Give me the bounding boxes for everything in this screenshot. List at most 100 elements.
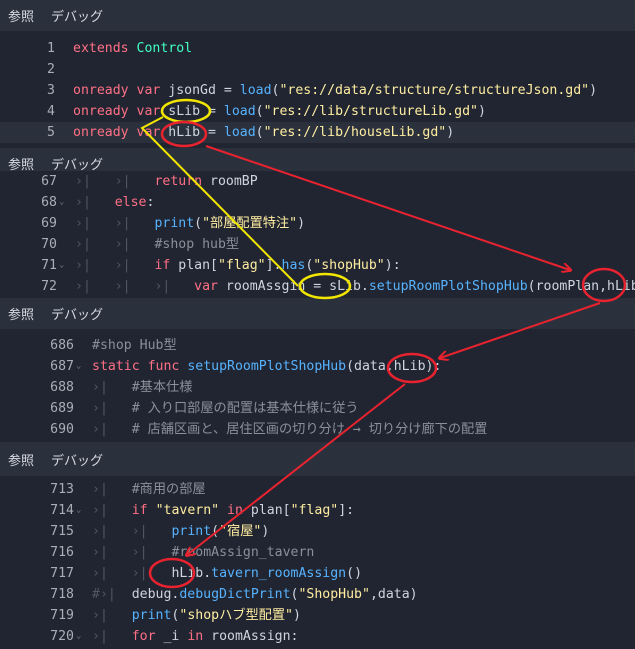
code-line[interactable]: 68 ⌄ ›| else:: [0, 192, 635, 213]
indent-guide-icon: ›|: [92, 503, 108, 518]
indent-guide-icon: ›|: [114, 174, 131, 189]
code-line[interactable]: 688 ›| #基本仕様: [0, 377, 635, 398]
debug-menu[interactable]: デバッグ: [51, 450, 103, 469]
code-text: ›| else:: [75, 192, 154, 213]
code-line[interactable]: 689 ›| # 入り口部屋の配置は基本仕様に従う: [0, 398, 635, 419]
indent-guide-icon: ›|: [92, 401, 108, 416]
line-number: 717: [50, 566, 74, 581]
code-token: "ShopHub": [298, 587, 370, 602]
code-token: onready: [73, 83, 129, 98]
code-line[interactable]: 5 onready var hLib = load("res://lib/hous…: [0, 122, 635, 143]
code-token: load: [223, 104, 256, 119]
reference-menu[interactable]: 参照: [8, 304, 34, 323]
line-number: 713: [50, 482, 74, 497]
code-token: "flag": [217, 258, 266, 273]
code-line[interactable]: 3 onready var jsonGd = load("res://data/s…: [0, 80, 635, 101]
code-token: "shopハブ型配置": [179, 608, 293, 623]
fold-arrow-icon[interactable]: ⌄: [76, 356, 81, 377]
script-toolbar: 参照 デバッグ: [0, 298, 635, 329]
code-editor[interactable]: 67 ›| ›| return roomBP 68 ⌄ ›| else: 69 ›| ›| …: [0, 171, 635, 297]
code-line[interactable]: 69 ›| ›| print("部屋配置特注"): [0, 213, 635, 234]
code-token: (: [194, 216, 203, 231]
reference-menu[interactable]: 参照: [8, 450, 34, 469]
code-line[interactable]: 4 onready var sLib = load("res://lib/stru…: [0, 101, 635, 122]
code-line[interactable]: 716 ›| ›| #roomAssign_tavern: [0, 542, 635, 563]
code-line[interactable]: 67 ›| ›| return roomBP: [0, 171, 635, 192]
code-token: var: [136, 83, 161, 98]
code-text: static func setupRoomPlotShopHub(data,hL…: [92, 356, 441, 377]
code-line[interactable]: 720 ⌄ ›| for _i in roomAssign:: [0, 626, 635, 647]
script-toolbar: 参照 デバッグ: [0, 442, 635, 476]
code-token: plan[: [242, 503, 291, 518]
code-line[interactable]: 715 ›| ›| print("宿屋"): [0, 521, 635, 542]
fold-arrow-icon[interactable]: ⌄: [59, 255, 64, 276]
debug-menu[interactable]: デバッグ: [51, 304, 103, 323]
line-number: 69: [41, 216, 57, 231]
code-line[interactable]: 686 #shop Hub型: [0, 335, 635, 356]
indent-guide-icon: ›|: [114, 279, 131, 294]
indent-guide-icon: ›|: [114, 216, 131, 231]
code-line[interactable]: 690 ›| # 店舗区画と、居住区画の切り分け → 切り分け廊下の配置: [0, 419, 635, 440]
fold-arrow-icon[interactable]: ⌄: [59, 192, 64, 213]
script-toolbar: 参照 デバッグ: [0, 0, 635, 31]
code-line[interactable]: 719 ›| print("shopハブ型配置"): [0, 605, 635, 626]
code-token: debug.: [131, 587, 180, 602]
code-token: ): [589, 83, 598, 98]
script-panel-3: 参照 デバッグ 686 #shop Hub型 687 ⌄ static func set…: [0, 298, 635, 442]
code-token: "部屋配置特注": [202, 216, 298, 231]
fold-arrow-icon[interactable]: ⌄: [76, 626, 81, 647]
code-token: return: [154, 174, 203, 189]
fold-arrow-icon[interactable]: ⌄: [76, 500, 81, 521]
code-text: ›| ›| #roomAssign_tavern: [92, 542, 314, 563]
code-text: ›| #商用の部屋: [92, 479, 206, 500]
debug-menu[interactable]: デバッグ: [51, 6, 103, 25]
line-number: 718: [50, 587, 74, 602]
code-editor[interactable]: 1 extends Control 2 3 onready var jsonGd = l…: [0, 31, 635, 143]
code-line[interactable]: 70 ›| ›| #shop hub型: [0, 234, 635, 255]
code-line[interactable]: 1 extends Control: [0, 38, 635, 59]
code-token: ]:: [338, 503, 355, 518]
code-line[interactable]: 72 ›| ›| ›| var roomAssgin = sLib.setupRo…: [0, 276, 635, 297]
line-number: 4: [47, 104, 55, 119]
code-line[interactable]: 713 ›| #商用の部屋: [0, 479, 635, 500]
code-token: var: [136, 104, 161, 119]
code-line[interactable]: 71 ⌄ ›| ›| if plan["flag"].has("shopHub"):: [0, 255, 635, 276]
code-line[interactable]: 717 ›| ›| hLib.tavern_roomAssign(): [0, 563, 635, 584]
reference-menu[interactable]: 参照: [8, 6, 34, 25]
code-token: (: [255, 125, 264, 140]
line-number: 71: [41, 258, 57, 273]
code-token: else: [114, 195, 147, 210]
line-number: 1: [47, 41, 55, 56]
code-editor[interactable]: 686 #shop Hub型 687 ⌄ static func setupRoomPl…: [0, 329, 635, 440]
code-editor[interactable]: 713 ›| #商用の部屋 714 ⌄ ›| if "tavern" in plan["…: [0, 476, 635, 647]
code-token: var: [136, 125, 161, 140]
indent-guide-icon: ›|: [92, 545, 108, 560]
code-token: # 入り口部屋の配置は基本仕様に従う: [131, 401, 359, 416]
code-line[interactable]: 687 ⌄ static func setupRoomPlotShopHub(dat…: [0, 356, 635, 377]
code-line[interactable]: 718 #›| debug.debugDictPrint("ShopHub",da…: [0, 584, 635, 605]
code-line[interactable]: 714 ⌄ ›| if "tavern" in plan["flag"]:: [0, 500, 635, 521]
line-number: 688: [50, 380, 74, 395]
code-line[interactable]: 2: [0, 59, 635, 80]
code-token: debugDictPrint: [179, 587, 291, 602]
line-number: 67: [41, 174, 57, 189]
code-token: #shop hub型: [154, 237, 240, 252]
code-token: "tavern": [155, 503, 220, 518]
indent-guide-icon: ›|: [131, 545, 148, 560]
line-number: 3: [47, 83, 55, 98]
code-token: setupRoomPlotShopHub: [187, 359, 347, 374]
indent-guide-icon: #›|: [92, 587, 116, 602]
